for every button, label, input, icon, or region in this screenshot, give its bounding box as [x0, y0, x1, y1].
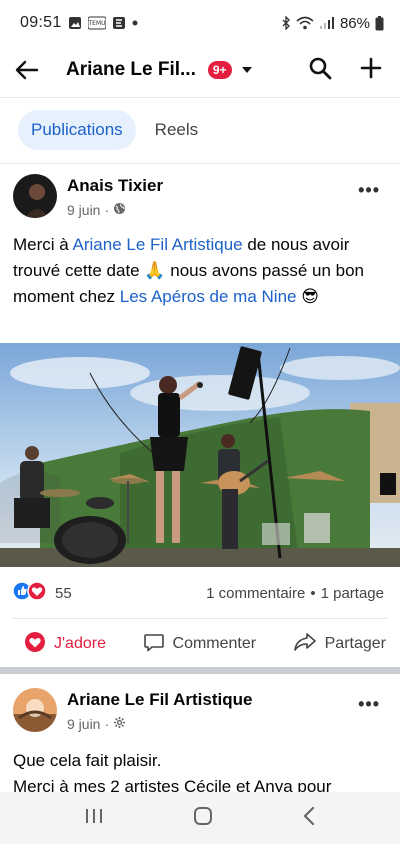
post-date[interactable]: 9 juin [67, 202, 100, 218]
back-nav-icon[interactable] [302, 806, 316, 831]
divider [0, 163, 400, 164]
tiktok-icon: TEMU [87, 16, 106, 30]
divider [12, 618, 388, 619]
dot-icon [132, 20, 138, 26]
reactions-summary[interactable]: 55 1 commentaire • 1 partage [12, 581, 384, 605]
globe-icon [113, 202, 126, 218]
share-button[interactable]: Partager [293, 631, 386, 658]
post-meta: 9 juin · [67, 716, 126, 732]
battery-percent: 86% [339, 14, 370, 32]
love-label: J'adore [54, 635, 106, 652]
post-meta: 9 juin · [67, 202, 126, 218]
calendar-icon [112, 16, 126, 30]
more-options-icon[interactable]: ••• [358, 180, 380, 201]
bluetooth-icon [281, 16, 291, 30]
gallery-icon [68, 16, 82, 30]
avatar[interactable] [13, 688, 57, 732]
post-card: Anais Tixier 9 juin · ••• Merci à Ariane… [0, 166, 400, 310]
svg-text:TEMU: TEMU [88, 20, 106, 27]
tab-reels[interactable]: Reels [142, 110, 211, 150]
post-actions: J'adore Commenter Partager [0, 626, 400, 662]
notification-badge[interactable]: 9+ [207, 61, 232, 79]
post-date[interactable]: 9 juin [67, 716, 100, 732]
tab-publications[interactable]: Publications [18, 110, 136, 150]
feed-separator [0, 667, 400, 674]
avatar[interactable] [13, 174, 57, 218]
meta-separator: · [104, 716, 110, 732]
system-nav-bar [0, 792, 400, 844]
stats-separator: • [310, 584, 316, 602]
meta-separator: · [104, 202, 110, 218]
tab-bar: Publications Reels [18, 110, 211, 150]
home-icon[interactable] [192, 805, 214, 832]
divider [0, 97, 400, 98]
share-label: Partager [324, 635, 386, 652]
plus-icon[interactable] [360, 57, 382, 84]
post-text: Merci à Ariane Le Fil Artistique de nous… [0, 232, 400, 310]
status-time: 09:51 [20, 14, 62, 31]
comment-button[interactable]: Commenter [143, 631, 257, 658]
comments-count[interactable]: 1 commentaire [206, 585, 305, 602]
post-header: Ariane Le Fil Artistique 9 juin · ••• [0, 680, 400, 740]
signal-icon [319, 16, 335, 30]
reaction-count[interactable]: 55 [55, 585, 72, 602]
mention-link[interactable]: Ariane Le Fil Artistique [73, 235, 243, 254]
back-arrow-icon[interactable] [12, 55, 42, 85]
more-options-icon[interactable]: ••• [358, 694, 380, 715]
shares-count[interactable]: 1 partage [321, 585, 384, 602]
page-title[interactable]: Ariane Le Fil... [66, 59, 196, 81]
post-header: Anais Tixier 9 juin · ••• [0, 166, 400, 226]
gear-icon [113, 716, 126, 732]
share-icon [293, 631, 317, 658]
text-line: Que cela fait plaisir. [13, 751, 162, 770]
love-icon [27, 581, 47, 605]
top-bar: Ariane Le Fil... 9+ [0, 46, 400, 94]
status-bar: 09:51 TEMU 86% [0, 0, 400, 46]
caret-down-icon[interactable] [240, 63, 254, 77]
text-segment: 😎 [296, 287, 319, 306]
recents-icon[interactable] [84, 807, 104, 830]
post-author[interactable]: Ariane Le Fil Artistique [67, 690, 252, 710]
post-photo[interactable] [0, 343, 400, 567]
wifi-icon [296, 16, 314, 30]
comment-label: Commenter [172, 635, 257, 652]
love-button[interactable]: J'adore [24, 631, 106, 658]
battery-icon [375, 15, 384, 31]
mention-link[interactable]: Les Apéros de ma Nine [120, 287, 297, 306]
post-card: Ariane Le Fil Artistique 9 juin · ••• Qu… [0, 680, 400, 800]
reaction-icons [12, 581, 47, 605]
text-segment: Merci à [13, 235, 73, 254]
love-icon [24, 631, 46, 658]
search-icon[interactable] [308, 56, 332, 85]
comment-icon [143, 631, 165, 658]
post-author[interactable]: Anais Tixier [67, 176, 163, 196]
